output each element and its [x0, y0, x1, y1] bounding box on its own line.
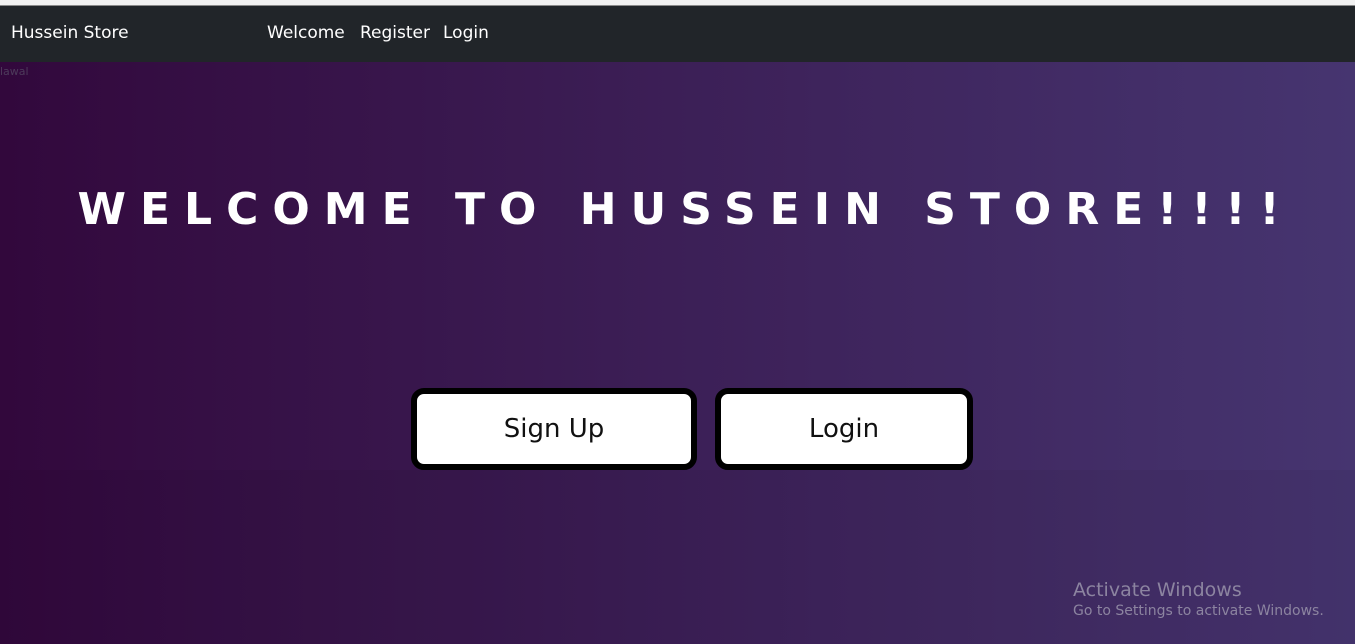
- corner-text: lawal: [0, 65, 29, 78]
- nav-link-login[interactable]: Login: [443, 22, 489, 44]
- signup-button[interactable]: Sign Up: [411, 388, 697, 470]
- watermark-title: Activate Windows: [1073, 579, 1242, 601]
- watermark-subtitle: Go to Settings to activate Windows.: [1073, 603, 1324, 619]
- navbar: Hussein Store Welcome Register Login: [0, 6, 1355, 62]
- login-button[interactable]: Login: [715, 388, 973, 470]
- hero-section: lawal WELCOME TO HUSSEIN STORE!!!! Sign …: [0, 62, 1355, 644]
- nav-link-register[interactable]: Register: [360, 22, 430, 44]
- navbar-brand[interactable]: Hussein Store: [11, 22, 129, 44]
- hero-title: WELCOME TO HUSSEIN STORE!!!!: [77, 184, 1294, 235]
- nav-link-welcome[interactable]: Welcome: [267, 22, 345, 44]
- activate-windows-watermark: Activate Windows Go to Settings to activ…: [1073, 579, 1324, 621]
